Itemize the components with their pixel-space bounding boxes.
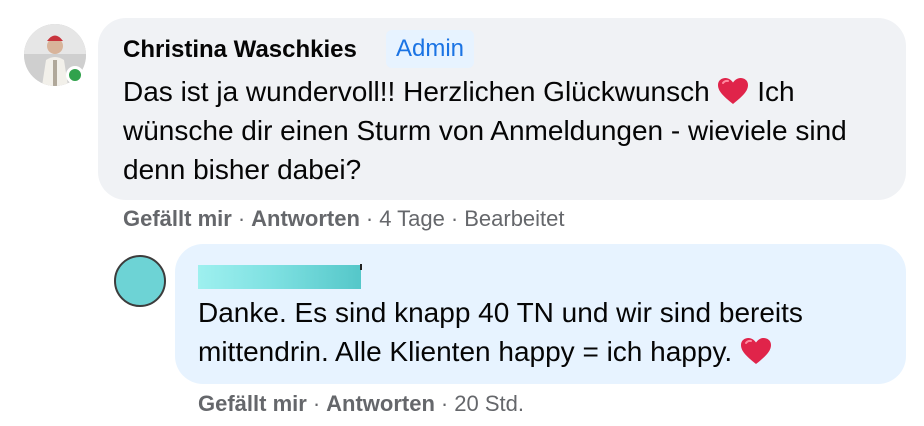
separator: · [312,391,321,416]
edited-label[interactable]: Bearbeitet [464,206,564,231]
timestamp[interactable]: 4 Tage [379,206,445,231]
redaction-mark [360,264,362,270]
redacted-author-name [198,265,361,289]
reply-text: Danke. Es sind knapp 40 TN und wir sind … [198,293,888,371]
reply-text-part1: Danke. Es sind knapp 40 TN und wir sind … [198,297,803,367]
comment-thread: Christina Waschkies Admin Das ist ja wun… [0,0,924,426]
online-status-icon [66,66,84,84]
reply-avatar[interactable] [114,255,166,307]
comment-actions: Gefällt mir · Antworten · 4 Tage · Bearbeitet [123,206,565,232]
reply-actions: Gefällt mir · Antworten · 20 Std. [198,391,524,417]
heart-emoji-icon [740,338,771,364]
timestamp[interactable]: 20 Std. [454,391,524,416]
separator: · [450,206,459,231]
separator: · [365,206,374,231]
admin-badge: Admin [386,30,475,68]
reply-button[interactable]: Antworten [326,391,435,416]
comment-text-part1: Das ist ja wundervoll!! Herzlichen Glück… [123,76,710,107]
comment-text: Das ist ja wundervoll!! Herzlichen Glück… [123,72,893,189]
separator: · [440,391,449,416]
like-button[interactable]: Gefällt mir [123,206,232,231]
heart-emoji-icon [718,78,749,104]
comment-author[interactable]: Christina Waschkies [123,36,357,64]
reply-button[interactable]: Antworten [251,206,360,231]
separator: · [237,206,246,231]
like-button[interactable]: Gefällt mir [198,391,307,416]
